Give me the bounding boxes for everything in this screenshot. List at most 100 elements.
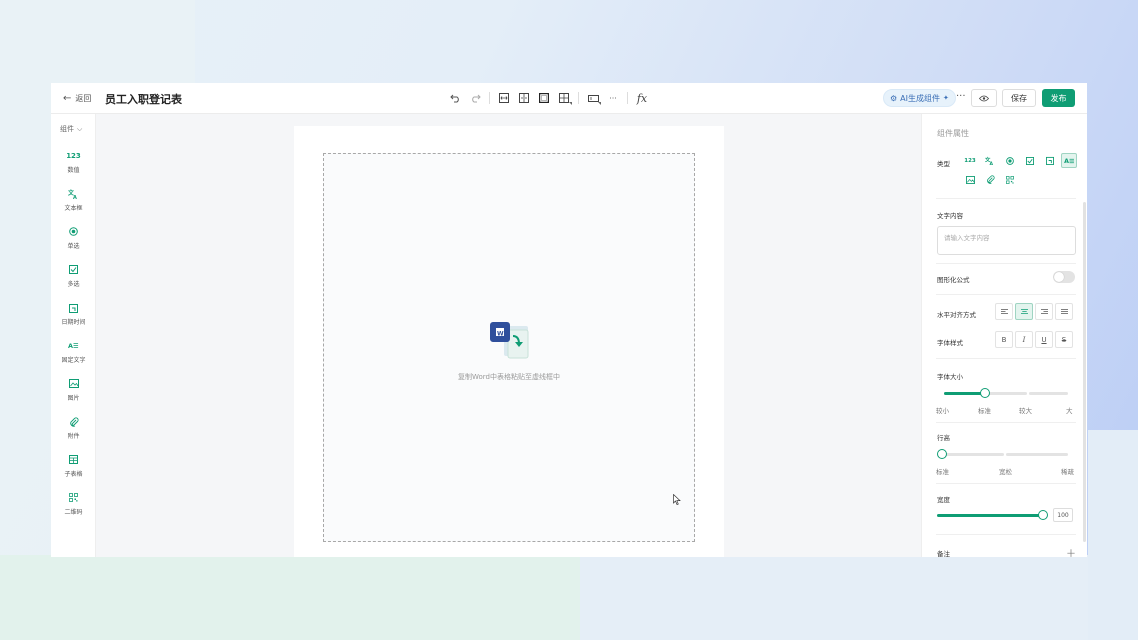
line-height-tick: 稀疏 xyxy=(1061,468,1074,476)
table-grid-button[interactable] xyxy=(556,91,572,105)
type-fixed-text-button[interactable]: A xyxy=(1061,153,1077,168)
sidebar-item-date[interactable]: 日期时间 xyxy=(51,302,96,332)
toolbar-divider xyxy=(578,92,579,104)
split-cells-button[interactable] xyxy=(516,91,532,105)
font-style-label: 字体样式 xyxy=(937,339,963,347)
merge-cells-icon xyxy=(499,93,509,103)
font-size-tick: 大 xyxy=(1066,407,1073,415)
text-icon: 文A xyxy=(985,156,994,165)
font-size-tick: 较大 xyxy=(1019,407,1032,415)
type-text-button[interactable]: 文A xyxy=(982,153,998,168)
radio-icon xyxy=(68,226,79,237)
component-menu-label: 组件 xyxy=(60,125,74,133)
type-qrcode-button[interactable] xyxy=(1002,172,1018,187)
sidebar-item-image[interactable]: 图片 xyxy=(51,378,96,408)
back-button[interactable]: ← 返回 xyxy=(63,93,91,104)
font-size-slider-knob[interactable] xyxy=(980,388,990,398)
attachment-icon xyxy=(68,416,79,427)
strikethrough-button[interactable]: S xyxy=(1055,331,1073,348)
publish-button[interactable]: 发布 xyxy=(1042,89,1075,107)
date-icon xyxy=(1046,156,1054,165)
undo-button[interactable] xyxy=(447,91,463,105)
sidebar-item-label: 文本框 xyxy=(64,205,83,212)
eye-icon xyxy=(979,95,989,101)
number-icon: 123 xyxy=(964,157,976,164)
underline-button[interactable]: U xyxy=(1035,331,1053,348)
border-button[interactable] xyxy=(536,91,552,105)
chevron-down-icon: ⌵ xyxy=(77,124,83,133)
italic-button[interactable]: I xyxy=(1015,331,1033,348)
sidebar-item-label: 单选 xyxy=(67,243,80,250)
font-size-tick: 标准 xyxy=(978,407,991,415)
add-remark-button[interactable]: ＋ xyxy=(1066,545,1076,557)
undo-icon xyxy=(449,94,459,102)
type-date-button[interactable] xyxy=(1042,153,1058,168)
input-field-button[interactable] xyxy=(585,91,601,105)
font-style-buttons: B I U S xyxy=(995,331,1073,348)
qrcode-icon xyxy=(68,492,79,503)
type-number-button[interactable]: 123 xyxy=(962,153,978,168)
svg-text:A: A xyxy=(73,195,77,199)
align-center-icon xyxy=(1020,308,1028,314)
toolbar-more-button[interactable]: ··· xyxy=(605,91,621,105)
split-cells-icon xyxy=(519,93,529,103)
sidebar-item-textbox[interactable]: 文A 文本框 xyxy=(51,188,96,218)
align-left-button[interactable] xyxy=(995,303,1013,320)
top-bar: ← 返回 员工入职登记表 ··· fx ⚙ AI生成组件 ✦ ··· 保存 发布 xyxy=(51,83,1087,114)
type-radio-button[interactable] xyxy=(1002,153,1018,168)
sidebar-item-number[interactable]: 123 数值 xyxy=(51,150,96,180)
save-button[interactable]: 保存 xyxy=(1002,89,1036,107)
redo-icon xyxy=(471,94,481,102)
section-divider xyxy=(936,358,1076,359)
panel-scrollbar[interactable] xyxy=(1083,202,1086,542)
fixed-text-icon: A xyxy=(68,340,79,351)
sidebar-item-attachment[interactable]: 附件 xyxy=(51,416,96,446)
formula-button[interactable]: fx xyxy=(634,91,650,105)
paste-dropzone[interactable]: W 复制Word中表格粘贴至虚线框中 xyxy=(323,153,695,542)
qrcode-icon xyxy=(1006,175,1014,184)
background-panel xyxy=(1088,430,1138,640)
underline-icon: U xyxy=(1041,335,1047,344)
section-divider xyxy=(936,534,1076,535)
redo-button[interactable] xyxy=(467,91,483,105)
width-slider-knob[interactable] xyxy=(1038,510,1048,520)
ai-generate-button[interactable]: ⚙ AI生成组件 ✦ xyxy=(883,89,956,107)
align-right-button[interactable] xyxy=(1035,303,1053,320)
type-label: 类型 xyxy=(937,160,950,168)
sidebar-item-fixed-text[interactable]: A 固定文字 xyxy=(51,340,96,370)
width-value-input[interactable]: 100 xyxy=(1053,508,1073,522)
font-size-tick: 较小 xyxy=(936,407,949,415)
properties-panel: 组件属性 类型 123 文A A 文字内容 请输入文字内容 图形化公式 水平对齐… xyxy=(921,114,1087,557)
checkbox-icon xyxy=(1026,156,1034,165)
line-height-slider-knob[interactable] xyxy=(937,449,947,459)
type-checkbox-button[interactable] xyxy=(1022,153,1038,168)
align-label: 水平对齐方式 xyxy=(937,311,976,319)
form-canvas: W 复制Word中表格粘贴至虚线框中 xyxy=(294,126,724,557)
svg-text:A: A xyxy=(68,342,73,350)
caret-down-icon xyxy=(598,102,601,105)
type-attachment-button[interactable] xyxy=(982,172,998,187)
editor-toolbar: ··· fx xyxy=(447,91,654,105)
sidebar-item-checkbox[interactable]: 多选 xyxy=(51,264,96,294)
strikethrough-icon: S xyxy=(1061,335,1067,344)
header-more-button[interactable]: ··· xyxy=(956,91,966,102)
bold-button[interactable]: B xyxy=(995,331,1013,348)
sidebar-item-qrcode[interactable]: 二维码 xyxy=(51,492,96,522)
date-icon xyxy=(68,302,79,313)
text-content-input[interactable]: 请输入文字内容 xyxy=(937,226,1076,255)
fixed-text-icon: A xyxy=(1064,158,1074,165)
align-justify-button[interactable] xyxy=(1055,303,1073,320)
sidebar-item-subtable[interactable]: 子表格 xyxy=(51,454,96,484)
preview-button[interactable] xyxy=(971,89,997,107)
merge-cells-button[interactable] xyxy=(496,91,512,105)
table-grid-icon xyxy=(559,93,569,103)
sidebar-item-radio[interactable]: 单选 xyxy=(51,226,96,256)
align-center-button[interactable] xyxy=(1015,303,1033,320)
paste-instruction: 复制Word中表格粘贴至虚线框中 xyxy=(458,373,560,381)
type-image-button[interactable] xyxy=(962,172,978,187)
formula-toggle[interactable] xyxy=(1053,271,1075,283)
sidebar-item-label: 二维码 xyxy=(64,509,83,516)
toolbar-divider xyxy=(627,92,628,104)
component-menu-toggle[interactable]: 组件 ⌵ xyxy=(60,124,82,134)
section-divider xyxy=(936,198,1076,199)
